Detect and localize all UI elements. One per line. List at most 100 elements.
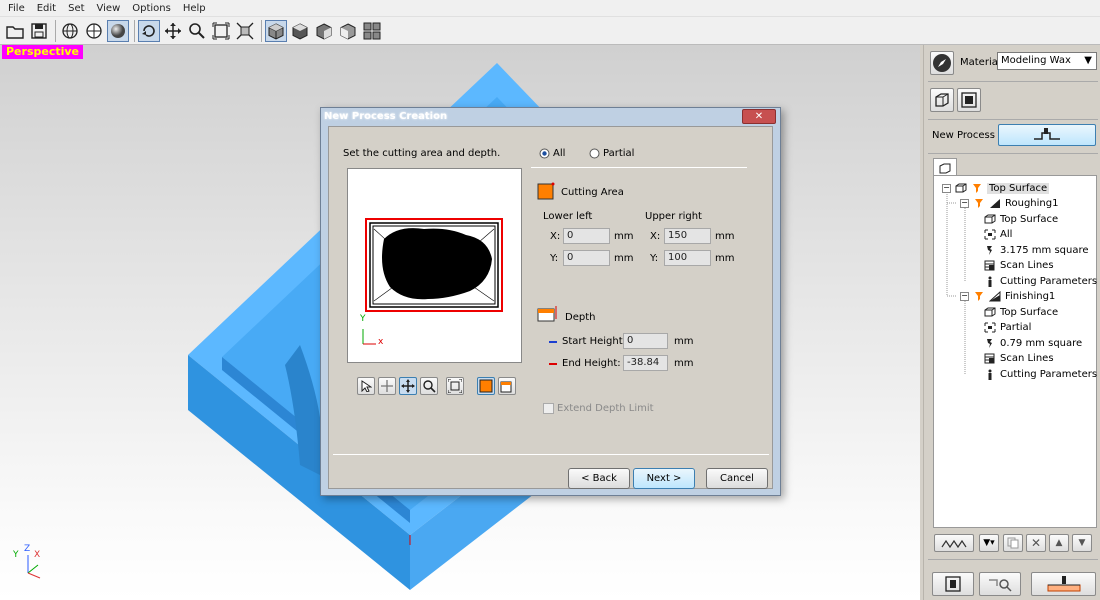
scan-lines-icon (984, 353, 996, 364)
cutting-area-tool-button[interactable] (477, 377, 495, 395)
tree-root[interactable]: − Top Surface (942, 181, 1050, 195)
move-area-button[interactable] (378, 377, 396, 395)
shaded-view-icon[interactable] (107, 19, 129, 42)
menu-view[interactable]: View (91, 3, 127, 14)
end-height-field[interactable]: -38.84 (623, 355, 668, 371)
next-button[interactable]: Next > (633, 468, 695, 489)
model-view-button[interactable] (930, 88, 954, 112)
tree-item[interactable]: Partial (984, 321, 1031, 335)
back-button[interactable]: < Back (568, 468, 630, 489)
zoom-icon (423, 380, 436, 393)
simulation-button[interactable] (934, 534, 974, 552)
dialog-title: New Process Creation (324, 111, 448, 122)
pan-icon[interactable] (162, 20, 184, 42)
process-icon (971, 183, 983, 194)
instruction-text: Set the cutting area and depth. (343, 148, 501, 159)
select-tool-button[interactable] (357, 377, 375, 395)
wireframe-view-icon[interactable] (59, 20, 81, 42)
cut-button[interactable] (1031, 572, 1096, 596)
tool-icon (984, 245, 996, 256)
unit-label: mm (614, 231, 634, 242)
area-icon (984, 322, 996, 333)
tree-item[interactable]: Cutting Parameters (984, 367, 1097, 381)
lower-left-y-field[interactable]: 0 (563, 250, 610, 266)
collapse-icon[interactable]: − (960, 199, 969, 208)
tree-item-label: All (1000, 229, 1013, 240)
tree-item[interactable]: Scan Lines (984, 352, 1054, 366)
preview-button[interactable] (932, 572, 974, 596)
depth-tool-button[interactable] (498, 377, 516, 395)
save-icon[interactable] (28, 20, 50, 42)
copy-button[interactable] (1003, 534, 1023, 552)
collapse-icon[interactable]: − (960, 292, 969, 301)
open-folder-icon[interactable] (4, 20, 26, 42)
new-process-button[interactable] (998, 124, 1096, 146)
tree-process[interactable]: − Roughing1 (960, 197, 1058, 211)
tree-item[interactable]: Top Surface (984, 212, 1058, 226)
tool-icon (984, 338, 996, 349)
menu-help[interactable]: Help (177, 3, 212, 14)
zoom-fit-icon (448, 379, 462, 393)
move-down-button[interactable]: ▼ (1072, 534, 1092, 552)
tree-item[interactable]: All (984, 228, 1012, 242)
tool-dropdown-button[interactable]: ▼▾ (979, 534, 999, 552)
setup-button[interactable] (957, 88, 981, 112)
radio-partial[interactable]: Partial (589, 148, 634, 159)
lower-left-x-field[interactable]: 0 (563, 228, 610, 244)
chevron-down-icon: ▼ (1084, 55, 1092, 66)
view-right-icon[interactable] (337, 20, 359, 42)
radio-all[interactable]: All (539, 148, 565, 159)
pan-icon (401, 379, 415, 393)
extend-depth-checkbox[interactable]: Extend Depth Limit (543, 403, 654, 414)
compass-button[interactable] (930, 51, 954, 75)
menu-options[interactable]: Options (126, 3, 177, 14)
close-icon: ✕ (754, 111, 764, 122)
delete-button[interactable]: ✕ (1026, 534, 1046, 552)
cutting-area-icon (537, 182, 555, 200)
depth-title: Depth (565, 312, 596, 323)
tree-item-label: Cutting Parameters (1000, 275, 1098, 287)
tree-item[interactable]: Scan Lines (984, 259, 1054, 273)
unit-label: mm (614, 253, 634, 264)
material-select[interactable]: Modeling Wax ▼ (997, 52, 1097, 70)
fit-preview-button[interactable] (446, 377, 464, 395)
tree-tab[interactable] (933, 158, 957, 176)
move-up-button[interactable]: ▲ (1049, 534, 1069, 552)
view-side-icon[interactable] (313, 20, 335, 42)
preview-canvas (362, 218, 503, 345)
view-multi-icon[interactable] (361, 20, 383, 42)
tree-item-label: 0.79 mm square (1000, 337, 1083, 349)
process-icon (973, 291, 985, 302)
tree-item[interactable]: Top Surface (984, 305, 1058, 319)
tree-process[interactable]: − Finishing1 (960, 290, 1055, 304)
zoom-fit-icon[interactable] (210, 20, 232, 42)
tree-item[interactable]: 0.79 mm square (984, 336, 1082, 350)
upper-right-y-field[interactable]: 100 (664, 250, 711, 266)
process-tree: − Top Surface − Roughing1 Top Surface All 3.17… (933, 175, 1097, 528)
view-iso-icon[interactable] (265, 19, 287, 42)
start-height-field[interactable]: 0 (623, 333, 668, 349)
menu-edit[interactable]: Edit (31, 3, 62, 14)
upper-right-x-field[interactable]: 150 (664, 228, 711, 244)
zoom-icon[interactable] (186, 20, 208, 42)
pan-preview-button[interactable] (399, 377, 417, 395)
end-height-label: End Height: (562, 358, 621, 369)
zoom-preview-button[interactable] (420, 377, 438, 395)
view-front-icon[interactable] (289, 20, 311, 42)
dialog-close-button[interactable]: ✕ (742, 109, 776, 124)
arrow-down-icon: ▼ (1078, 538, 1086, 548)
perspective-label: Perspective (2, 45, 84, 59)
tree-item[interactable]: 3.175 mm square (984, 243, 1089, 257)
area-preview[interactable]: Y x (347, 168, 522, 363)
rotate-icon[interactable] (138, 19, 160, 42)
cancel-button[interactable]: Cancel (706, 468, 768, 489)
hidden-line-view-icon[interactable] (83, 20, 105, 42)
compass-icon (933, 54, 951, 72)
zoom-selection-icon[interactable] (234, 20, 256, 42)
path-view-button[interactable] (979, 572, 1021, 596)
menu-file[interactable]: File (2, 3, 31, 14)
menu-set[interactable]: Set (62, 3, 90, 14)
collapse-icon[interactable]: − (942, 183, 951, 193)
move-area-icon (381, 380, 393, 392)
tree-item[interactable]: Cutting Parameters (984, 274, 1097, 288)
